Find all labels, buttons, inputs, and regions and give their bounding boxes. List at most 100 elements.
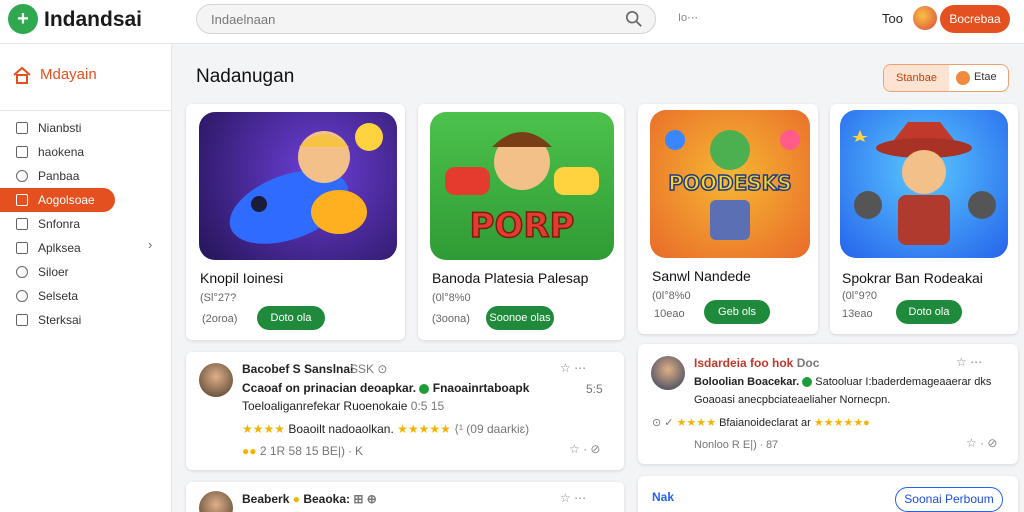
sidebar-divider [0, 110, 172, 111]
get-game-button[interactable]: Soonoe olas [486, 306, 554, 330]
feed-post[interactable]: Bacobef S Sanslnai SSK ⊙ ☆ ⋯ Ccaoaf on p… [186, 352, 624, 470]
post-options-icon[interactable]: ☆ ⋯ [560, 361, 586, 375]
post-rating-row: ⊙ ✓ ★★★★ Bfaianoideclarat ar ★★★★★● [652, 417, 870, 429]
circle-icon [16, 290, 28, 302]
rating-meta-icons: ⊙ ✓ [652, 417, 674, 429]
top-status-label[interactable]: Iᴏ⋯ [678, 11, 698, 24]
game-card[interactable]: PORP Banoda Platesia Palesap (0l°8%0 (3o… [418, 104, 624, 340]
game-title[interactable]: Sanwl Nandede [652, 268, 751, 284]
post-share-icons[interactable]: ☆ · ⊘ [569, 442, 600, 456]
post-author[interactable]: Beaberk ● Beaoka: ⊞ ⊕ [242, 492, 377, 506]
get-game-button[interactable]: Geb ols [704, 300, 770, 324]
reaction-icons[interactable]: ●● [242, 444, 257, 458]
game-card[interactable]: POODESKS Sanwl Nandede (0l°8%0 10eao Geb… [638, 104, 818, 334]
follow-button[interactable]: Soonai Perboum [895, 487, 1003, 512]
chevron-right-icon[interactable]: › [148, 237, 152, 252]
game-size: (3oona) [432, 313, 470, 325]
filter-toggle[interactable]: Stanbae Etae [883, 64, 1009, 92]
rating-stars: ★★★★★● [813, 417, 870, 429]
sidebar-item-active[interactable]: Aogolsoae [0, 188, 115, 212]
status-dot [802, 377, 813, 388]
post-avatar[interactable] [199, 363, 233, 397]
post-footer: ●● 2 1R 58 15 BE|) ∙ K [242, 444, 364, 458]
game-title[interactable]: Banoda Platesia Palesap [432, 270, 588, 286]
game-art-controller [229, 123, 383, 244]
get-game-button[interactable]: Doto ola [257, 306, 325, 330]
document-icon [16, 218, 28, 230]
square-icon [16, 122, 28, 134]
sidebar-item[interactable]: Siloer [14, 260, 124, 284]
game-meta: (Sl°27? [200, 292, 237, 304]
game-meta: (0l°8%0 [652, 290, 691, 302]
post-avatar[interactable] [199, 491, 233, 512]
game-art-poodesks: POODESKS [665, 130, 800, 240]
get-game-button[interactable]: Doto ola [896, 300, 962, 324]
sidebar-item[interactable]: Snfonra [14, 212, 124, 236]
post-line1-right: 5:5 [586, 382, 603, 396]
filter-left-label[interactable]: Stanbae [884, 65, 949, 91]
search-placeholder: Indaelnaan [211, 12, 276, 27]
search-input[interactable]: Indaelnaan [196, 4, 656, 34]
post-author[interactable]: Nak [652, 490, 674, 504]
rating-stars: ★★★★ [676, 417, 717, 429]
user-label[interactable]: Too [882, 11, 903, 26]
game-thumbnail[interactable]: POODESKS [650, 110, 810, 258]
sidebar-item[interactable]: Sterksai [14, 308, 124, 332]
feed-post[interactable]: Beaberk ● Beaoka: ⊞ ⊕ ☆ ⋯ [186, 482, 624, 512]
status-dot [419, 383, 430, 394]
game-meta: (0l°8%0 [432, 292, 471, 304]
sidebar-item[interactable]: Selseta [14, 284, 124, 308]
circle-icon [16, 170, 28, 182]
post-line1: Ccaoaf on prinacian deoapkar. Fnaoainrta… [242, 381, 530, 395]
home-icon [13, 66, 31, 84]
rating-stars: ★★★★★ [397, 422, 451, 436]
feed-post[interactable]: Isdardeia foo hok Doc ☆ ⋯ Boloolian Boac… [638, 344, 1018, 464]
post-line1: Boloolian Boacekar. Satooluar I:baderdem… [694, 376, 992, 388]
sidebar-item[interactable]: haokena [14, 140, 124, 164]
sidebar-item[interactable]: Panbaa [14, 164, 124, 188]
post-author[interactable]: Isdardeia foo hok Doc [694, 356, 819, 370]
circle-icon [16, 266, 28, 278]
page-title: Nadanugan [196, 66, 295, 87]
post-options-icon[interactable]: ☆ ⋯ [560, 491, 586, 505]
game-art-label: PORP [470, 206, 575, 246]
filter-avatar-icon [956, 71, 970, 85]
app-logo-icon[interactable]: + [8, 4, 38, 34]
app-title[interactable]: Indandsai [44, 8, 142, 32]
game-thumbnail[interactable] [840, 110, 1008, 258]
game-size: 13eao [842, 308, 873, 320]
game-art-porp: PORP [445, 132, 599, 247]
post-share-icons[interactable]: ☆ · ⊘ [966, 436, 997, 450]
game-card[interactable]: Knopil Ioinesi (Sl°27? (2oroa) Doto ola [186, 104, 405, 340]
user-avatar[interactable] [913, 6, 937, 30]
header-action-button[interactable]: Bocrebaa [940, 5, 1010, 33]
post-rating-row: ★★★★ Boaoilt nadoaolkan. ★★★★★ ⟨¹ (09 da… [242, 422, 530, 436]
square-icon [16, 314, 28, 326]
filter-right-label[interactable]: Etae [974, 71, 997, 83]
post-options-icon[interactable]: ☆ ⋯ [956, 355, 982, 369]
game-size: (2oroa) [202, 313, 238, 325]
post-avatar[interactable] [651, 356, 685, 390]
sidebar: Mdayain Nianbsti haokena Panbaa Aogolsoa… [0, 44, 172, 512]
sidebar-home-label: Mdayain [40, 66, 97, 83]
game-title[interactable]: Knopil Ioinesi [200, 270, 283, 286]
window-icon [16, 242, 28, 254]
game-title[interactable]: Spokrar Ban Rodeakai [842, 270, 983, 286]
game-art-hero [852, 122, 996, 245]
post-line2: Toeloaliganrefekar Ruoenokaie 0:5 15 [242, 399, 445, 413]
rating-stars: ★★★★ [242, 422, 286, 436]
game-art-label: POODESKS [668, 171, 791, 195]
game-thumbnail[interactable] [199, 112, 397, 260]
apps-icon [16, 194, 28, 206]
sidebar-item[interactable]: Nianbsti [14, 116, 124, 140]
post-footer: Nonloo R E|) ∙ 87 [694, 439, 779, 451]
post-author[interactable]: Bacobef S Sanslnai [242, 362, 353, 376]
search-icon[interactable] [625, 10, 643, 28]
game-card[interactable]: Spokrar Ban Rodeakai (0l°9?0 13eao Doto … [830, 104, 1018, 334]
sidebar-item[interactable]: Aplksea [14, 236, 124, 260]
game-thumbnail[interactable]: PORP [430, 112, 614, 260]
game-meta: (0l°9?0 [842, 290, 877, 302]
folder-icon [16, 146, 28, 158]
top-bar: + Indandsai Indaelnaan Iᴏ⋯ Too Bocrebaa [0, 0, 1024, 44]
game-size: 10eao [654, 308, 685, 320]
